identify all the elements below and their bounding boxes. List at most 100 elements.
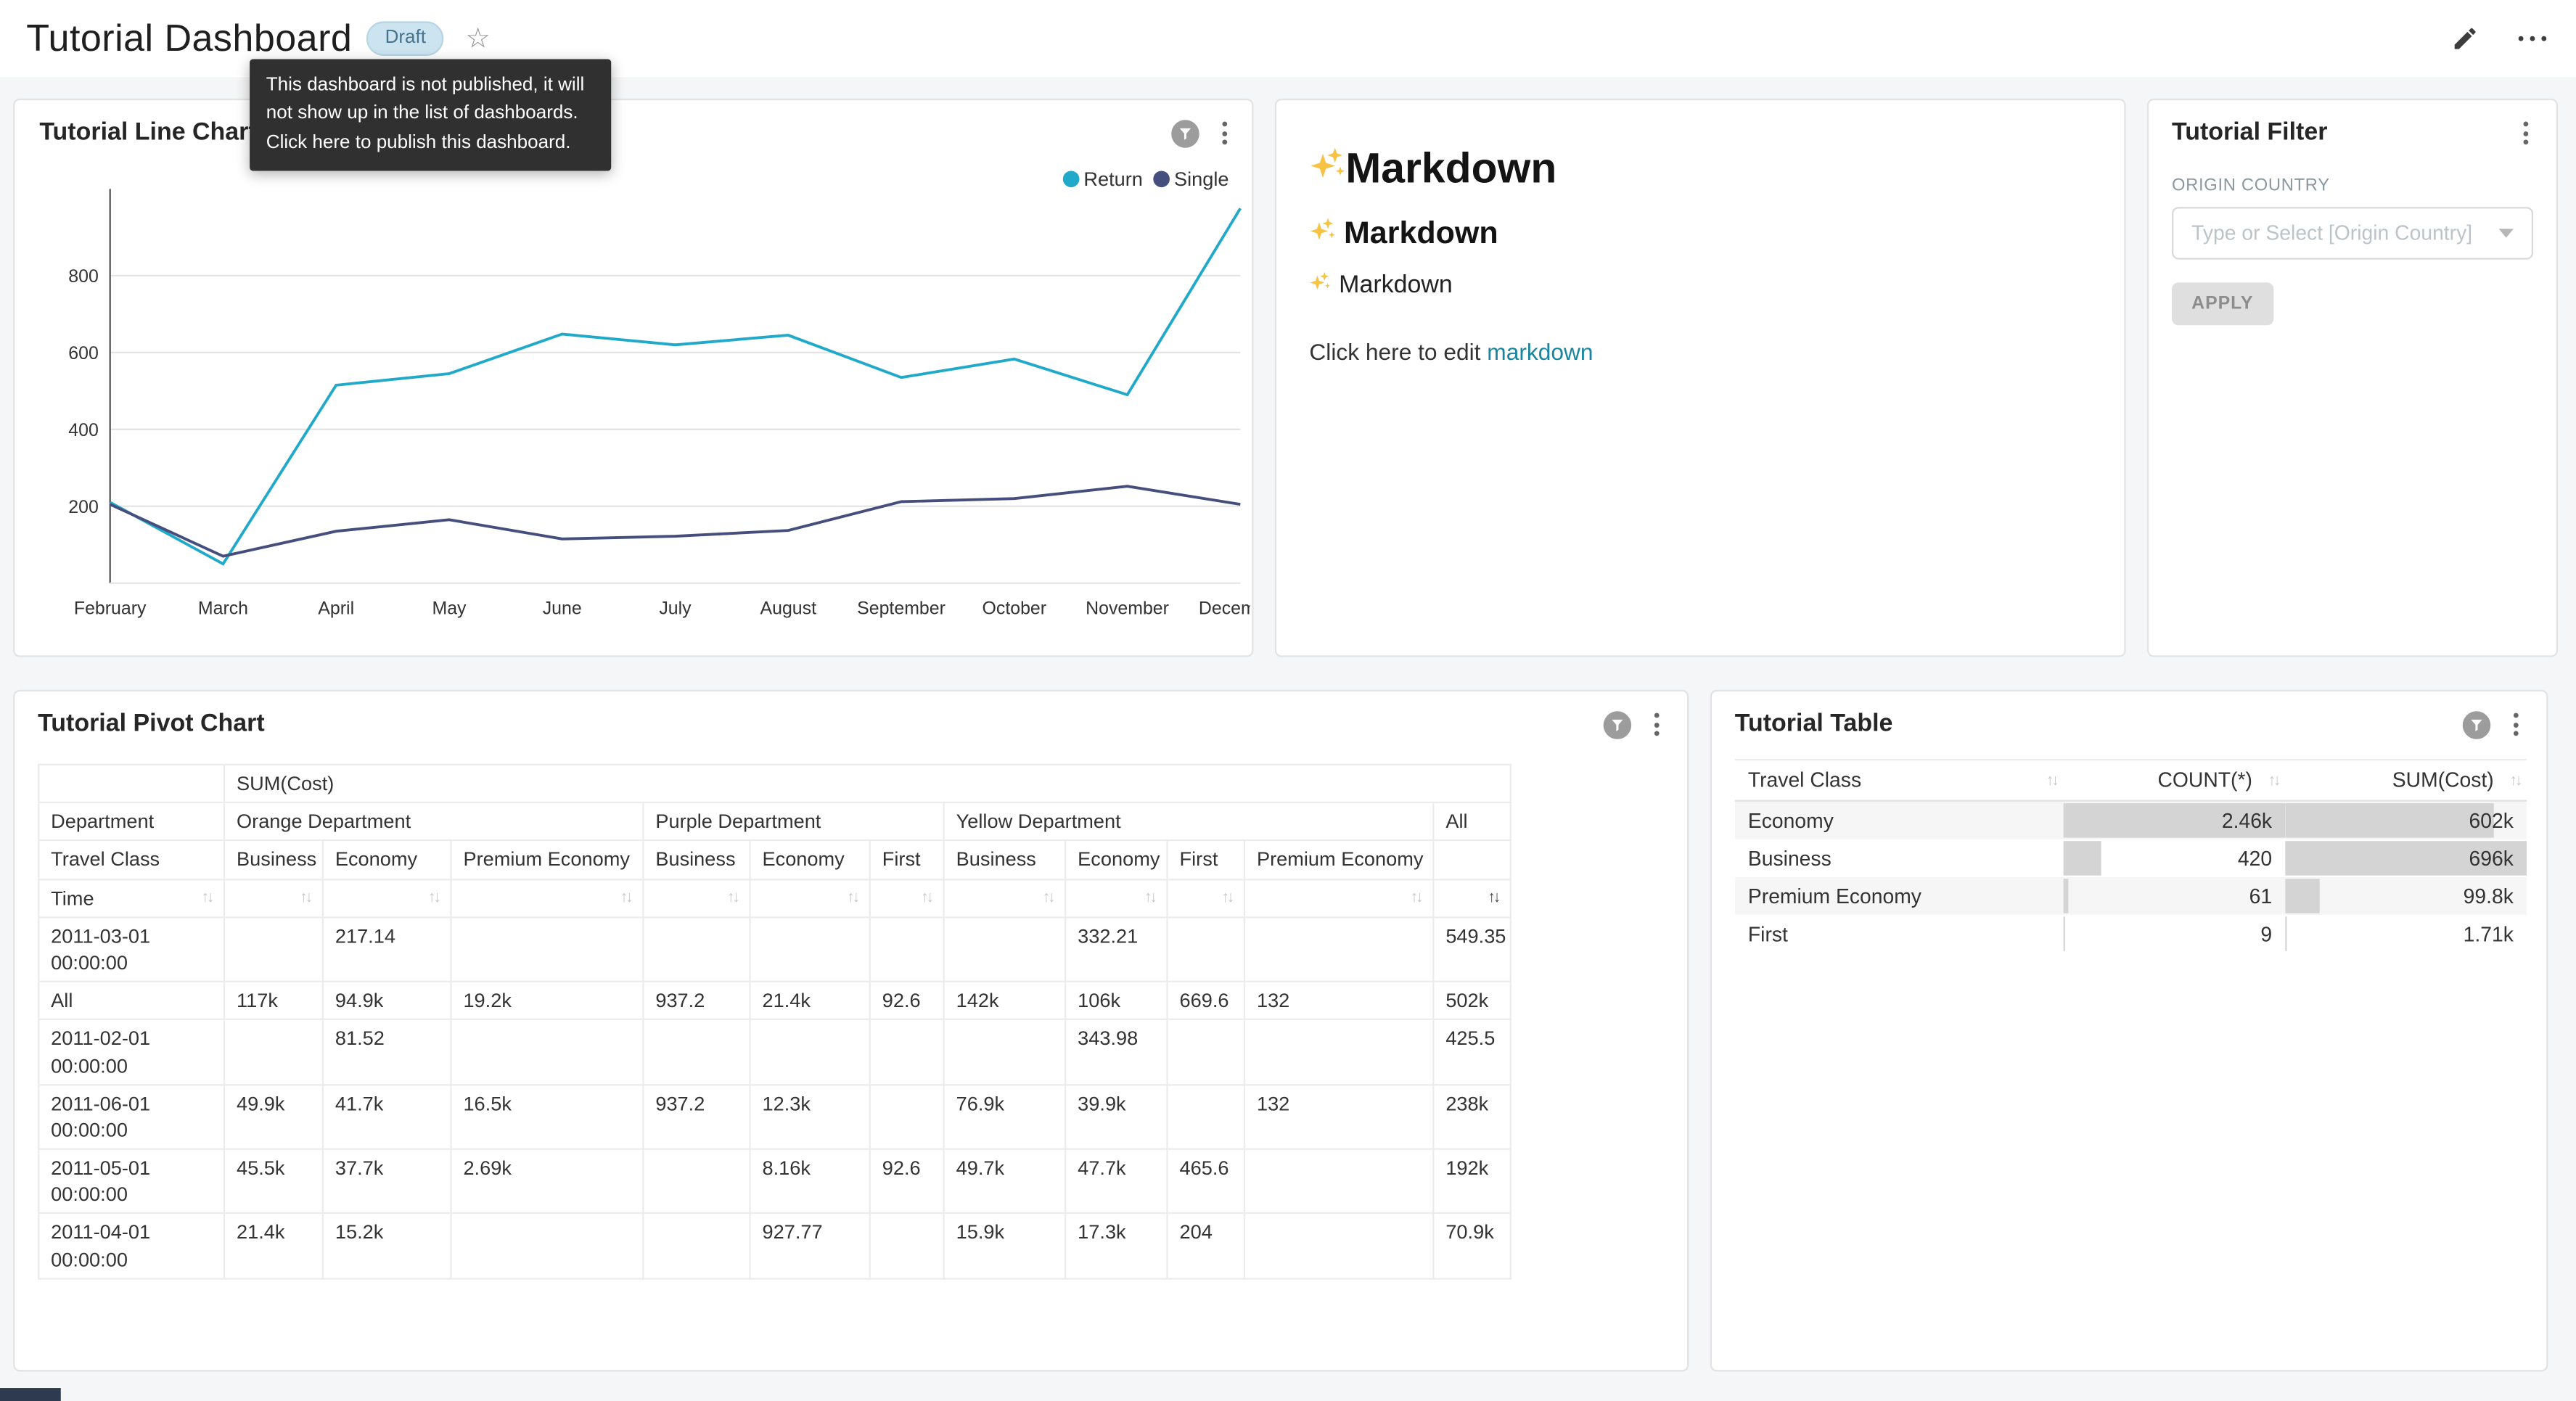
markdown-card[interactable]: Markdown Markdown Markdown Click here to…	[1275, 99, 2126, 657]
sum-bar	[2285, 879, 2320, 913]
favorite-star-icon[interactable]: ☆	[465, 25, 491, 52]
markdown-heading-2: Markdown	[1309, 217, 2091, 253]
pivot-col-header: Economy	[323, 841, 451, 879]
summary-col-header[interactable]: COUNT(*)↑↓	[2064, 760, 2286, 801]
pivot-col-header: Economy	[1065, 841, 1167, 879]
sort-icon[interactable]: ↑↓	[197, 884, 213, 909]
pivot-row: All117k94.9k19.2k937.221.4k92.6142k106k6…	[38, 982, 1511, 1019]
count-bar	[2064, 916, 2065, 951]
more-menu-icon[interactable]	[2518, 29, 2547, 48]
origin-country-label: ORIGIN COUNTRY	[2172, 176, 2533, 195]
pivot-row: 2011-05-0100:00:0045.5k37.7k2.69k8.16k92…	[38, 1149, 1511, 1214]
origin-country-select[interactable]: Type or Select [Origin Country]	[2172, 207, 2533, 259]
pivot-measure-label: SUM(Cost)	[224, 765, 1511, 802]
sort-icon[interactable]: ↑↓	[916, 884, 932, 909]
pivot-value-cell: 8.16k	[750, 1149, 870, 1214]
markdown-text: Markdown	[1339, 271, 1453, 299]
pivot-value-cell: 41.7k	[323, 1085, 451, 1149]
sort-icon[interactable]: ↑↓	[1216, 884, 1232, 909]
sort-icon[interactable]: ↑↓	[1038, 884, 1054, 909]
pivot-value-cell	[870, 1085, 944, 1149]
svg-text:800: 800	[68, 266, 99, 287]
pivot-value-cell	[643, 917, 750, 982]
sort-icon[interactable]: ↑↓	[1482, 884, 1498, 909]
pivot-row: 2011-03-0100:00:00217.14332.21549.35	[38, 917, 1511, 982]
pivot-value-cell: 117k	[224, 982, 323, 1019]
svg-text:600: 600	[68, 343, 99, 363]
kebab-menu-icon[interactable]	[2519, 118, 2533, 148]
summary-header-row: Travel Class↑↓COUNT(*)↑↓SUM(Cost)↑↓	[1735, 760, 2527, 801]
sum-cell: 1.71k	[2285, 915, 2527, 953]
svg-text:November: November	[1086, 599, 1169, 619]
pivot-department-label: Department	[38, 802, 224, 840]
travel-class-cell: Economy	[1735, 801, 2064, 839]
sort-icon[interactable]: ↑↓	[1406, 884, 1422, 909]
pivot-value-cell: 81.52	[323, 1020, 451, 1085]
pivot-value-cell	[451, 1214, 643, 1278]
dashboard-page: Tutorial Dashboard Draft ☆ This dashboar…	[0, 0, 2576, 1401]
pivot-value-cell	[1244, 917, 1433, 982]
pivot-value-cell: 92.6	[870, 982, 944, 1019]
svg-text:April: April	[318, 599, 354, 619]
sort-icon[interactable]: ↑↓	[295, 884, 311, 909]
sort-icon[interactable]: ↑↓	[2263, 769, 2279, 794]
pivot-value-cell: 37.7k	[323, 1149, 451, 1214]
filter-badge-icon[interactable]	[1171, 119, 1199, 147]
kebab-menu-icon[interactable]	[1649, 710, 1664, 739]
pivot-sort-cell: ↑↓	[323, 879, 451, 916]
pivot-col-header: Business	[944, 841, 1066, 879]
markdown-footer: Click here to edit markdown	[1309, 338, 2091, 364]
pivot-sort-cell: ↑↓	[1433, 879, 1511, 916]
card-actions	[2463, 710, 2524, 739]
pivot-value-cell: 332.21	[1065, 917, 1167, 982]
pivot-value-cell: 192k	[1433, 1149, 1511, 1214]
pivot-department-row: DepartmentOrange DepartmentPurple Depart…	[38, 802, 1511, 840]
filter-badge-icon[interactable]	[1604, 710, 1631, 738]
sort-icon[interactable]: ↑↓	[842, 884, 858, 909]
filter-badge-icon[interactable]	[2463, 710, 2490, 738]
svg-text:200: 200	[68, 497, 99, 517]
pivot-value-cell	[1168, 1085, 1244, 1149]
markdown-edit-link[interactable]: markdown	[1487, 338, 1593, 364]
select-placeholder: Type or Select [Origin Country]	[2191, 222, 2472, 245]
summary-col-header[interactable]: Travel Class↑↓	[1735, 760, 2064, 801]
svg-text:July: July	[659, 599, 692, 619]
sort-icon[interactable]: ↑↓	[615, 884, 631, 909]
table-row: Premium Economy6199.8k	[1735, 877, 2527, 915]
pivot-value-cell	[1244, 1149, 1433, 1214]
pivot-sort-cell: ↑↓	[451, 879, 643, 916]
pivot-value-cell: 502k	[1433, 982, 1511, 1019]
pivot-sort-cell: ↑↓	[643, 879, 750, 916]
pivot-col-header: Premium Economy	[1244, 841, 1433, 879]
draft-badge[interactable]: Draft	[367, 22, 444, 55]
sort-icon[interactable]: ↑↓	[1139, 884, 1155, 909]
svg-text:October: October	[983, 599, 1047, 619]
count-bar	[2064, 879, 2070, 913]
bottom-left-strip	[0, 1388, 61, 1401]
pivot-time-cell: 2011-02-0100:00:00	[38, 1020, 224, 1085]
kebab-menu-icon[interactable]	[2509, 710, 2523, 739]
travel-class-cell: First	[1735, 915, 2064, 953]
count-cell: 2.46k	[2064, 801, 2286, 839]
pivot-value-cell	[1168, 1020, 1244, 1085]
pivot-value-cell: 669.6	[1168, 982, 1244, 1019]
sort-icon[interactable]: ↑↓	[423, 884, 439, 909]
kebab-menu-icon[interactable]	[1218, 118, 1232, 148]
edit-icon[interactable]	[2450, 25, 2478, 52]
chart-title: Tutorial Table	[1735, 710, 1893, 737]
apply-button[interactable]: APPLY	[2172, 282, 2273, 325]
sort-icon[interactable]: ↑↓	[722, 884, 738, 909]
pivot-row: 2011-02-0100:00:0081.52343.98425.5	[38, 1020, 1511, 1085]
pivot-value-cell: 21.4k	[750, 982, 870, 1019]
sort-icon[interactable]: ↑↓	[2504, 769, 2520, 794]
pivot-row: 2011-04-0100:00:0021.4k15.2k927.7715.9k1…	[38, 1214, 1511, 1278]
pivot-sort-cell: ↑↓	[750, 879, 870, 916]
pivot-value-cell	[224, 1020, 323, 1085]
pivot-value-cell: 47.7k	[1065, 1149, 1167, 1214]
pivot-value-cell: 94.9k	[323, 982, 451, 1019]
select-caret-icon	[2499, 229, 2514, 239]
table-row: Economy2.46k602k	[1735, 801, 2527, 839]
summary-col-header[interactable]: SUM(Cost)↑↓	[2285, 760, 2527, 801]
pivot-value-cell: 132	[1244, 982, 1433, 1019]
sort-icon[interactable]: ↑↓	[2041, 769, 2057, 794]
